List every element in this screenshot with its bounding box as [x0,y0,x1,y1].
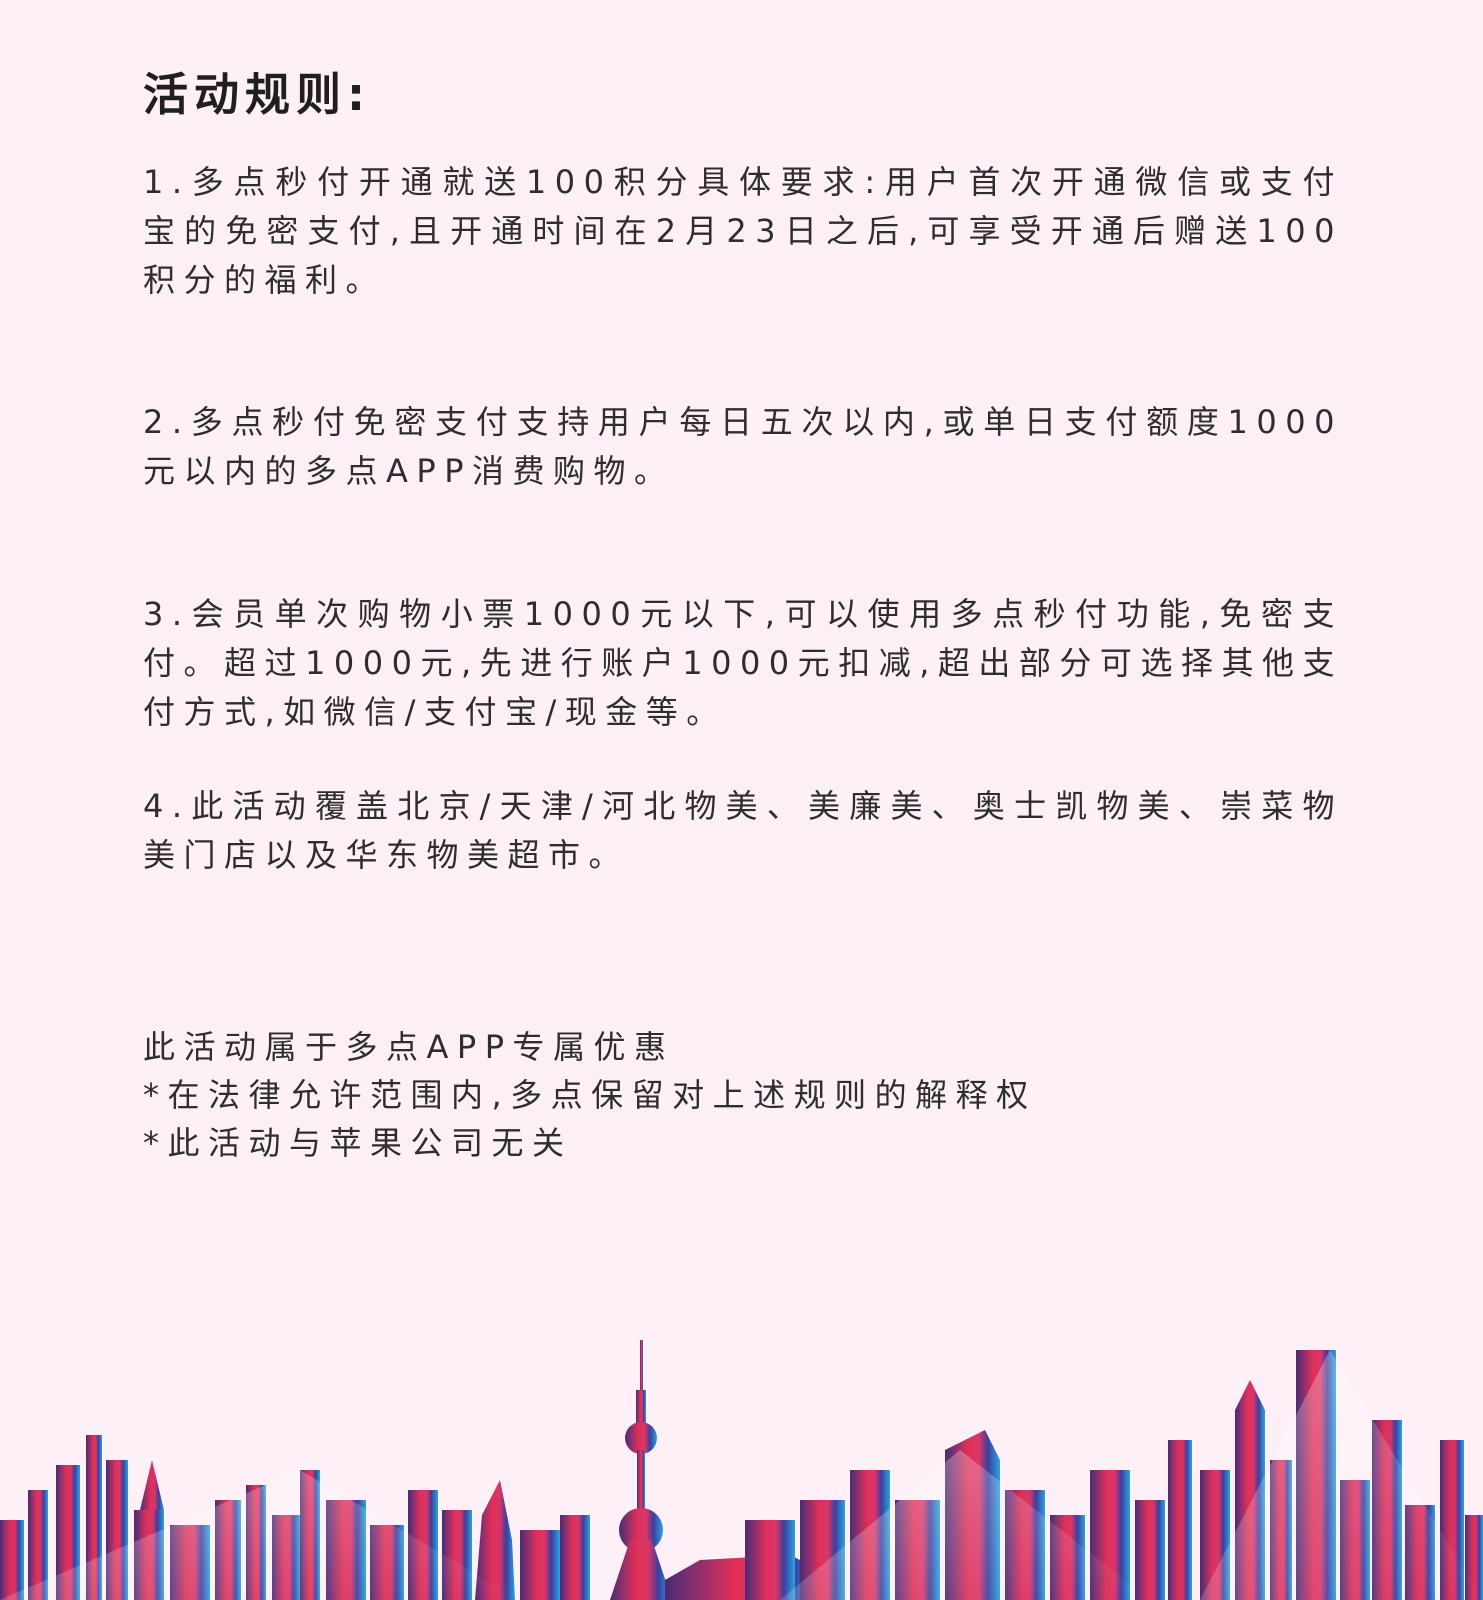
city-skyline-icon [0,1340,1483,1600]
rule-item-3: 3.会员单次购物小票1000元以下,可以使用多点秒付功能,免密支付。超过1000… [143,595,1343,731]
rule-item-1: 1.多点秒付开通就送100积分具体要求:用户首次开通微信或支付宝的免密支付,且开… [143,163,1343,299]
exclusive-note: 此活动属于多点APP专属优惠 [143,1028,675,1066]
rule-item-4: 4.此活动覆盖北京/天津/河北物美、美廉美、奥士凯物美、崇菜物美门店以及华东物美… [143,787,1343,874]
footer-notes: 此活动属于多点APP专属优惠 *在法律允许范围内,多点保留对上述规则的解释权 *… [143,1023,1343,1167]
apple-disclaimer: *此活动与苹果公司无关 [143,1124,573,1162]
legal-note: *在法律允许范围内,多点保留对上述规则的解释权 [143,1076,1037,1114]
rule-item-2: 2.多点秒付免密支付支持用户每日五次以内,或单日支付额度1000元以内的多点AP… [143,403,1343,490]
page-title: 活动规则: [143,68,371,121]
